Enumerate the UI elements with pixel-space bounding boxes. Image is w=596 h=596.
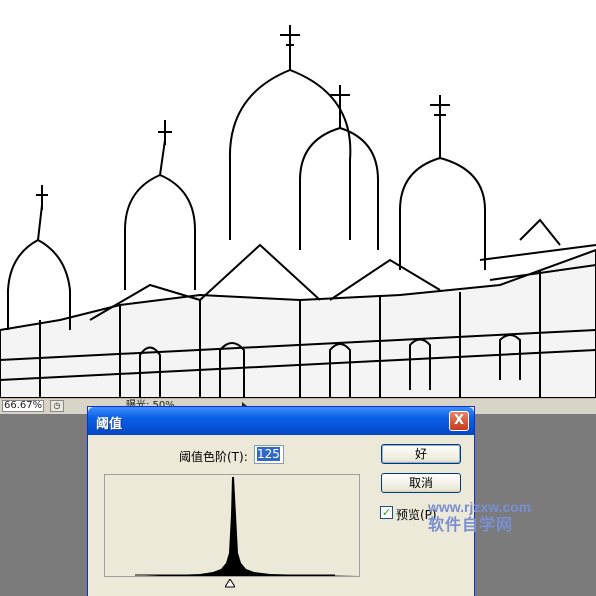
ok-button[interactable]: 好 xyxy=(381,444,461,464)
threshold-level-label: 阈值色阶(T): xyxy=(179,450,248,464)
close-button[interactable]: X xyxy=(449,411,469,431)
watermark-name: 软件自学网 xyxy=(428,515,514,534)
navigator-icon[interactable]: ◷ xyxy=(50,400,64,412)
watermark: www.rjzxw.com 软件自学网 xyxy=(428,498,531,534)
dialog-title: 阈值 xyxy=(96,417,123,432)
threshold-dialog: 阈值 X 阈值色阶(T): 125 好 取消 ✓ 预览(P) www.rjzxw… xyxy=(88,407,531,596)
dialog-titlebar[interactable]: 阈值 X xyxy=(88,407,474,435)
histogram xyxy=(104,474,360,577)
histogram-graph xyxy=(105,477,359,576)
cathedral-threshold-image xyxy=(0,25,596,398)
threshold-slider-handle[interactable] xyxy=(225,579,235,588)
image-canvas[interactable] xyxy=(0,0,596,398)
watermark-url: www.rjzxw.com xyxy=(428,499,532,515)
threshold-level-value: 125 xyxy=(257,447,280,461)
threshold-level-input[interactable]: 125 xyxy=(254,445,284,464)
cancel-button[interactable]: 取消 xyxy=(381,473,461,493)
zoom-level-field[interactable]: 66.67% xyxy=(2,400,44,412)
preview-checkbox[interactable]: ✓ xyxy=(380,506,393,519)
